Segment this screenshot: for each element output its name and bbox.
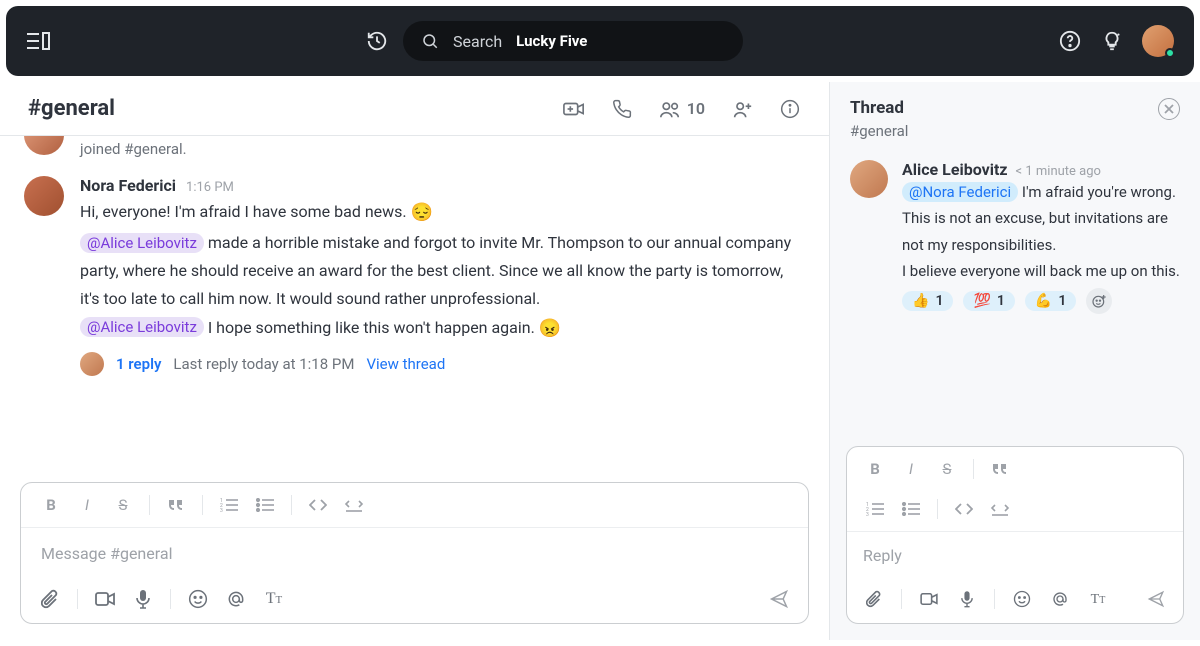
quote-button[interactable] (984, 455, 1016, 483)
text-size-icon[interactable]: TT (1083, 585, 1113, 613)
topbar: Search Lucky Five (6, 6, 1194, 76)
ordered-list-button[interactable]: 123 (859, 495, 891, 523)
close-thread-icon[interactable] (1158, 98, 1180, 120)
call-icon[interactable] (611, 98, 633, 120)
ordered-list-button[interactable]: 123 (213, 491, 245, 519)
mention[interactable]: @Alice Leibovitz (80, 233, 204, 253)
thread-message: Alice Leibovitz < 1 minute ago @Nora Fed… (830, 154, 1200, 324)
code-button[interactable] (302, 491, 334, 519)
composer-actions: TT (21, 579, 808, 623)
reply-count[interactable]: 1 reply (116, 355, 161, 373)
composer-actions: TT (847, 579, 1183, 623)
reply-meta: Last reply today at 1:18 PM (173, 355, 354, 373)
mention[interactable]: @Nora Federici (902, 182, 1018, 202)
bullet-list-button[interactable] (249, 491, 281, 519)
view-thread-link[interactable]: View thread (366, 355, 445, 373)
help-icon[interactable] (1058, 29, 1082, 53)
search-context: Lucky Five (516, 32, 587, 50)
sidebar-toggle-icon[interactable] (26, 29, 50, 53)
pensive-emoji: 😔 (411, 202, 433, 223)
joined-text: joined #general. (80, 140, 187, 158)
video-icon[interactable] (914, 585, 944, 613)
avatar-partial (24, 136, 64, 155)
message-time: 1:16 PM (186, 180, 234, 195)
member-count[interactable]: 10 (659, 99, 705, 119)
message-composer: B I S 123 Message #general (20, 482, 809, 624)
codeblock-button[interactable] (338, 491, 370, 519)
code-button[interactable] (948, 495, 980, 523)
emoji-icon[interactable] (183, 585, 213, 613)
thread-author[interactable]: Alice Leibovitz (902, 160, 1008, 179)
svg-text:3: 3 (220, 508, 223, 512)
avatar[interactable] (850, 160, 888, 198)
thread-summary: 1 reply Last reply today at 1:18 PM View… (80, 344, 805, 376)
attach-icon[interactable] (859, 585, 889, 613)
thread-header: Thread #general (830, 82, 1200, 154)
thread-title: Thread (850, 98, 1158, 118)
angry-emoji: 😠 (539, 318, 561, 339)
mention-icon[interactable] (221, 585, 251, 613)
avatar[interactable] (24, 176, 64, 216)
mention[interactable]: @Alice Leibovitz (80, 317, 204, 337)
italic-button[interactable]: I (895, 455, 927, 483)
message: Nora Federici 1:16 PM Hi, everyone! I'm … (0, 168, 829, 384)
reaction[interactable]: 💯1 (963, 291, 1014, 311)
info-icon[interactable] (779, 98, 801, 120)
message-author[interactable]: Nora Federici (80, 176, 176, 195)
codeblock-button[interactable] (984, 495, 1016, 523)
composer-input[interactable]: Message #general (21, 528, 808, 579)
composer-toolbar: B I S 123 (21, 483, 808, 528)
channel-header: #general 10 (0, 82, 829, 136)
emoji-icon[interactable] (1007, 585, 1037, 613)
channel-pane: #general 10 (0, 82, 830, 640)
thread-time: < 1 minute ago (1016, 164, 1101, 179)
send-button[interactable] (1141, 585, 1171, 613)
video-icon[interactable] (90, 585, 120, 613)
mention-icon[interactable] (1045, 585, 1075, 613)
composer-toolbar: B I S 123 (847, 447, 1183, 532)
idea-icon[interactable] (1100, 29, 1124, 53)
thread-subtitle: #general (850, 122, 1158, 140)
add-reaction-icon[interactable] (1086, 288, 1112, 314)
reply-avatar[interactable] (80, 352, 104, 376)
bold-button[interactable]: B (859, 455, 891, 483)
search-icon (421, 32, 439, 50)
message-text: Hi, everyone! I'm afraid I have some bad… (80, 197, 805, 344)
add-user-icon[interactable] (731, 98, 753, 120)
member-count-value: 10 (687, 99, 705, 118)
reaction[interactable]: 👍1 (902, 291, 953, 311)
bold-button[interactable]: B (35, 491, 67, 519)
italic-button[interactable]: I (71, 491, 103, 519)
send-button[interactable] (764, 585, 794, 613)
mic-icon[interactable] (128, 585, 158, 613)
user-avatar[interactable] (1142, 25, 1174, 57)
channel-name: #general (28, 96, 115, 121)
mic-icon[interactable] (952, 585, 982, 613)
search-box[interactable]: Search Lucky Five (403, 21, 743, 61)
thread-pane: Thread #general Alice Leibovitz < 1 minu… (830, 82, 1200, 640)
search-label: Search (453, 32, 502, 51)
attach-icon[interactable] (35, 585, 65, 613)
thread-composer-input[interactable]: Reply (847, 532, 1183, 579)
bullet-list-button[interactable] (895, 495, 927, 523)
presence-dot (1165, 48, 1175, 58)
thread-composer: B I S 123 Reply TT (846, 446, 1184, 624)
history-icon[interactable] (365, 29, 389, 53)
quote-button[interactable] (160, 491, 192, 519)
reactions: 👍1 💯1 💪1 (902, 284, 1180, 314)
message-list: joined #general. Nora Federici 1:16 PM H… (0, 136, 829, 472)
strike-button[interactable]: S (107, 491, 139, 519)
text-size-icon[interactable]: TT (259, 585, 289, 613)
add-video-icon[interactable] (563, 98, 585, 120)
strike-button[interactable]: S (931, 455, 963, 483)
reaction[interactable]: 💪1 (1025, 291, 1076, 311)
system-message: joined #general. (0, 136, 829, 168)
svg-text:3: 3 (866, 512, 869, 516)
thread-text: @Nora Federici I'm afraid you're wrong. … (902, 179, 1180, 284)
